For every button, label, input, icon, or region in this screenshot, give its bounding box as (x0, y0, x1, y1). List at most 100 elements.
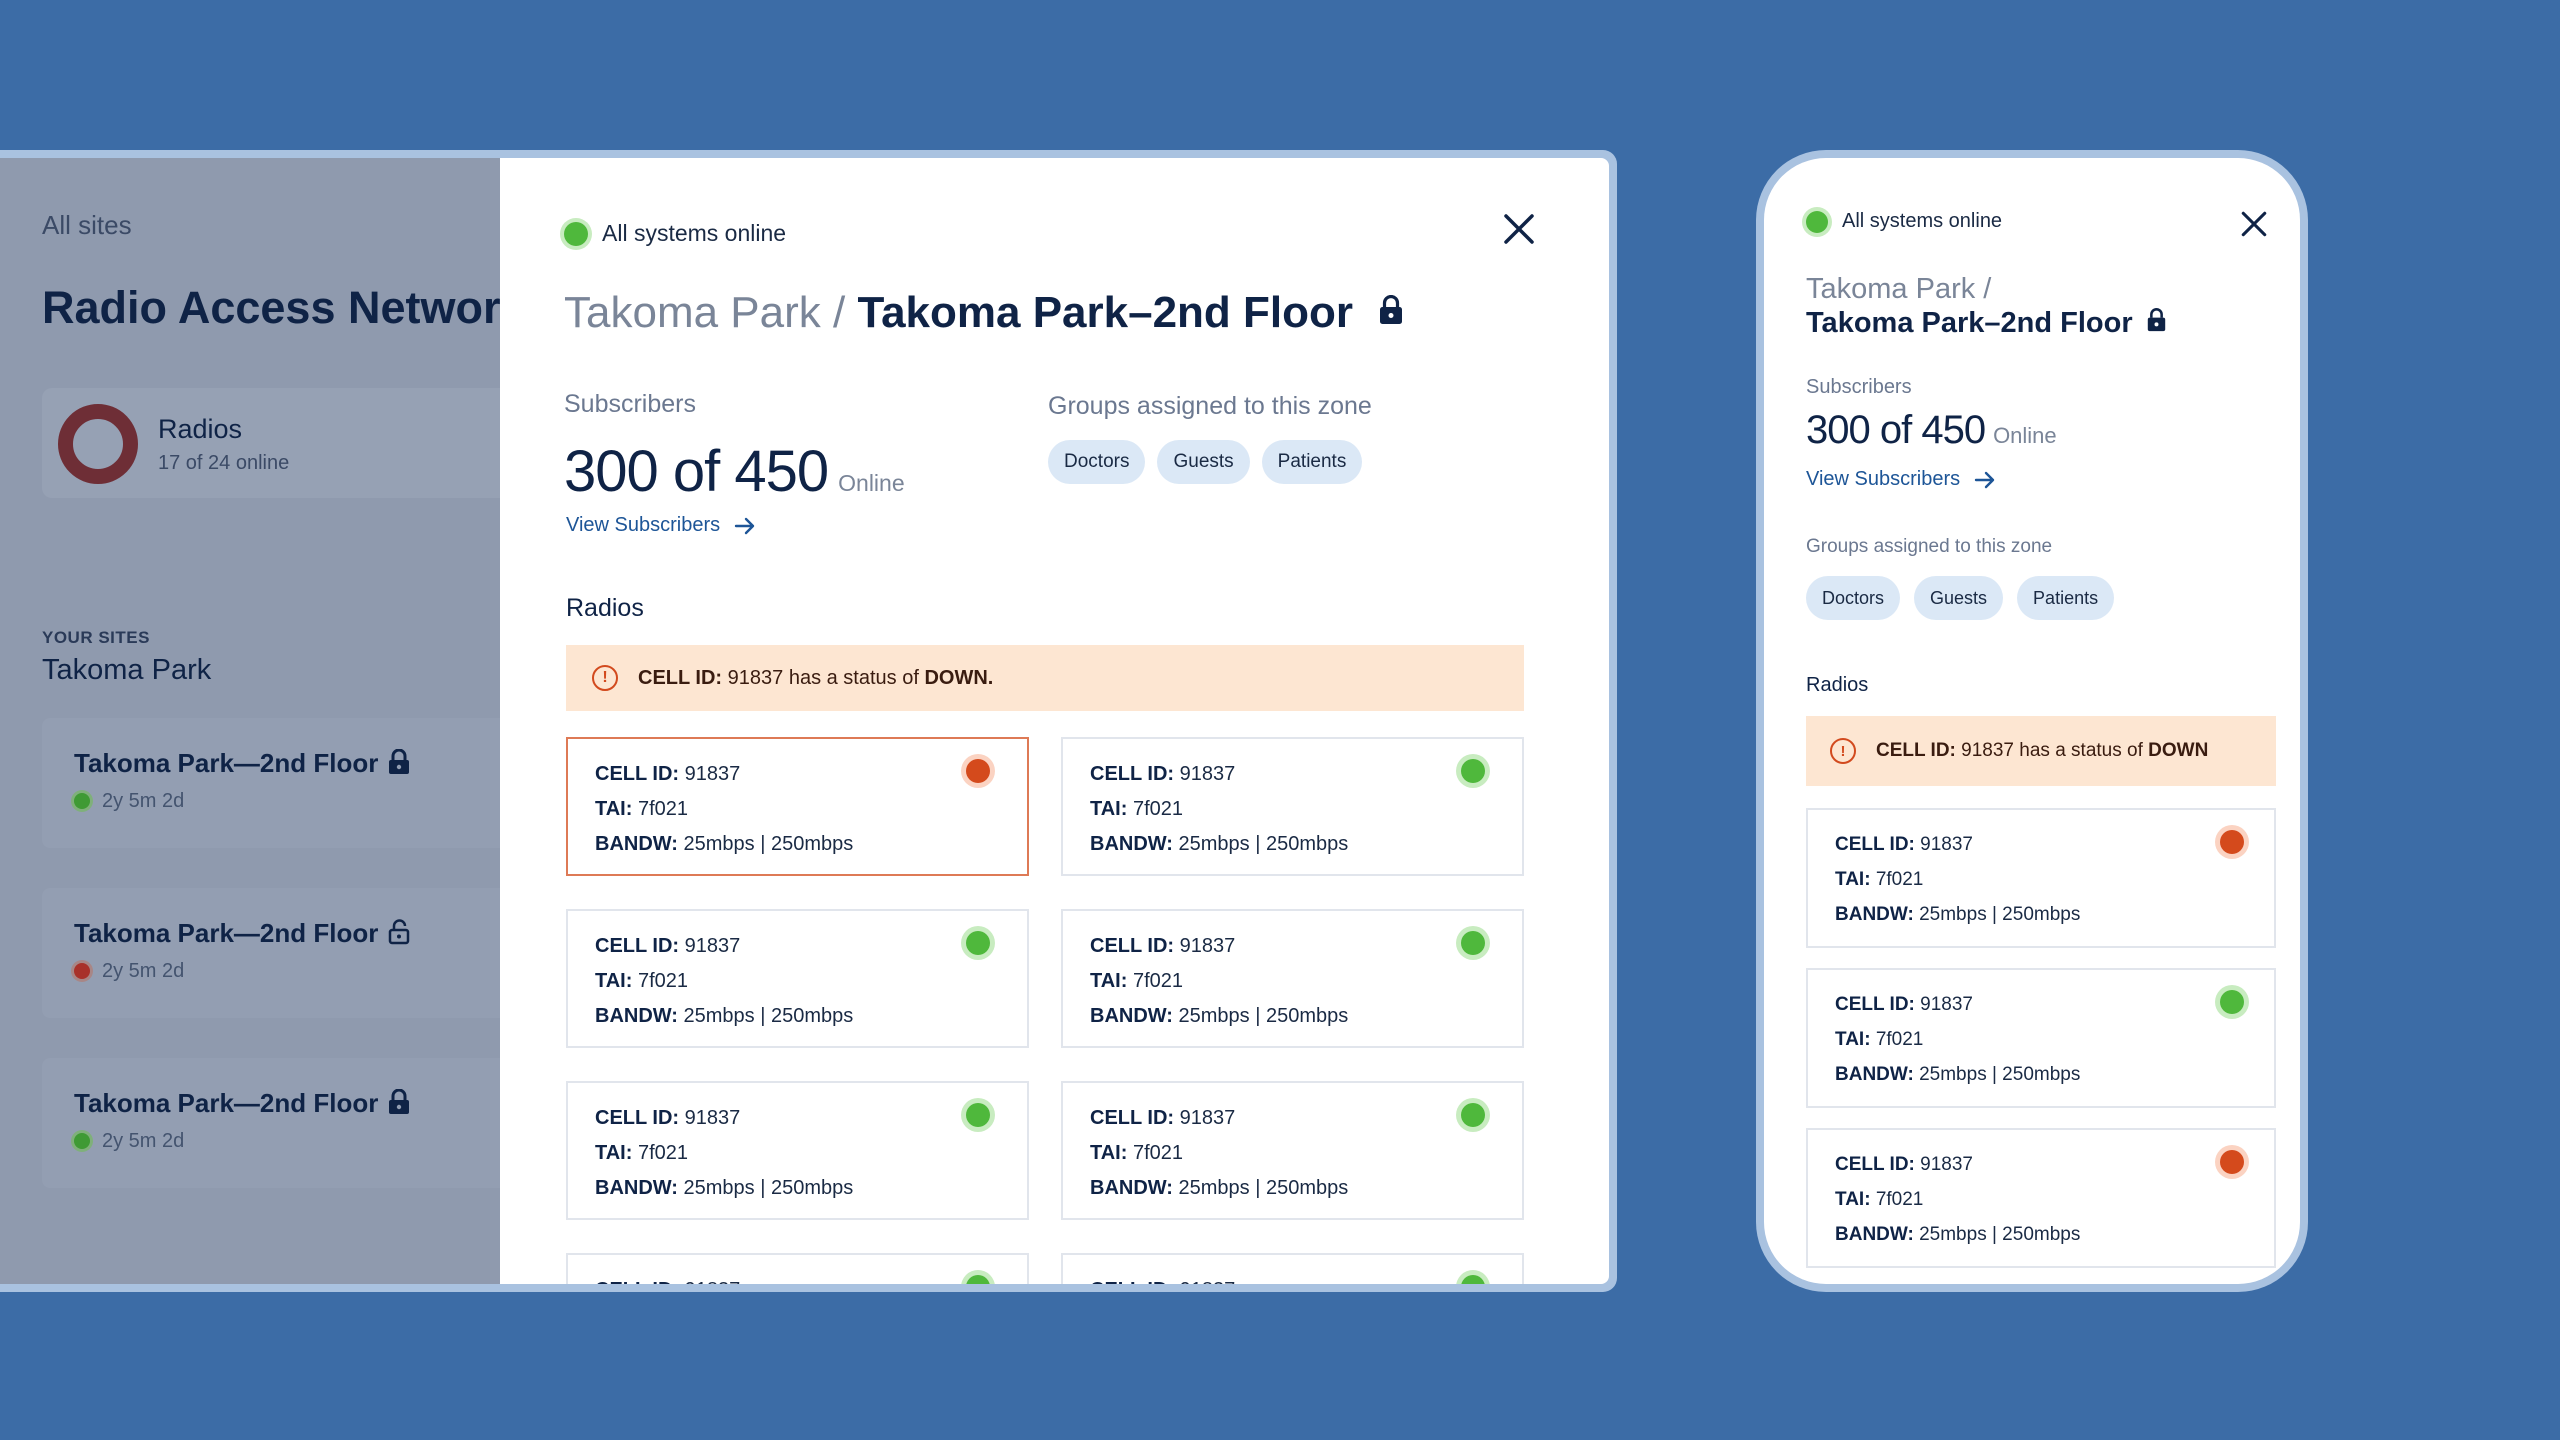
radio-cell-card[interactable]: CELL ID: 91837TAI: 7f021BANDW: 25mbps | … (566, 909, 1029, 1048)
tai-line-label: TAI: (1090, 1142, 1128, 1164)
subscribers-count: 300 of 450 Online (1806, 408, 2057, 453)
arrow-right-icon (734, 517, 755, 534)
cell-id-line: CELL ID: 91837 (595, 763, 740, 786)
groups-label: Groups assigned to this zone (1048, 392, 1372, 420)
tai-line: TAI: 7f021 (595, 970, 688, 993)
bandwidth-line: BANDW: 25mbps | 250mbps (1090, 1177, 1348, 1200)
cell-id-line: CELL ID: 91837 (595, 1279, 740, 1284)
tai-line-label: TAI: (595, 970, 633, 992)
group-chip-doctors[interactable]: Doctors (1048, 440, 1146, 484)
cell-id-line-label: CELL ID: (1835, 994, 1915, 1015)
lock-icon (388, 748, 410, 782)
bandwidth-line-label: BANDW: (1835, 1224, 1914, 1245)
cell-id-line-value: 91837 (1920, 1154, 1973, 1175)
radio-cell-card[interactable]: CELL ID: 91837TAI: 7f021BANDW: 25mbps | … (566, 1081, 1029, 1220)
bandwidth-line-value: 25mbps | 250mbps (1919, 904, 2081, 925)
system-status-text: All systems online (1842, 210, 2003, 232)
cell-id-line: CELL ID: 91837 (1835, 1154, 1973, 1176)
tai-line-value: 7f021 (1875, 1189, 1924, 1210)
group-chip-guests[interactable]: Guests (1157, 440, 1250, 484)
close-icon (1504, 214, 1534, 244)
cell-id-line: CELL ID: 91837 (1090, 935, 1235, 958)
desktop-frame: All sites Radio Access Network Radios 17… (0, 150, 1617, 1292)
status-online-dot (564, 221, 588, 246)
close-button[interactable] (1502, 212, 1536, 246)
desktop-screen: All sites Radio Access Network Radios 17… (0, 158, 1609, 1284)
group-chip-doctors[interactable]: Doctors (1806, 576, 1901, 620)
bandwidth-line: BANDW: 25mbps | 250mbps (595, 833, 853, 856)
breadcrumb-current-row: Takoma Park–2nd Floor (1806, 306, 2166, 340)
tai-line-label: TAI: (1090, 798, 1128, 820)
online-label: Online (838, 470, 905, 496)
status-online-dot (1806, 210, 1828, 233)
subscribers-label: Subscribers (564, 390, 696, 418)
groups-label: Groups assigned to this zone (1806, 536, 2053, 557)
cell-id-line: CELL ID: 91837 (595, 935, 740, 958)
tai-line: TAI: 7f021 (1090, 970, 1183, 993)
tai-line-value: 7f021 (637, 970, 689, 992)
sidebar-site-item-meta: 2y 5m 2d (74, 1130, 184, 1153)
group-chips: Doctors Guests Patients (1806, 576, 2115, 620)
status-down-dot (2220, 830, 2244, 854)
bandwidth-line-label: BANDW: (595, 833, 678, 855)
tai-line-value: 7f021 (1875, 1029, 1924, 1050)
group-chips: Doctors Guests Patients (1048, 440, 1363, 484)
tai-line: TAI: 7f021 (595, 798, 688, 821)
sidebar-site-item[interactable]: Takoma Park—2nd Floor 2y 5m 2d (42, 1058, 500, 1188)
tai-line: TAI: 7f021 (1835, 869, 1923, 891)
mobile-frame: All systems online Takoma Park / Takoma … (1756, 150, 2308, 1292)
radio-cell-card[interactable]: CELL ID: 91837 TAI: 7f021 BANDW: 25mbps | … (1061, 909, 1524, 1048)
breadcrumb: Takoma Park / Takoma Park–2nd Floor (564, 286, 1403, 338)
breadcrumb-current: Takoma Park–2nd Floor (857, 288, 1354, 337)
view-subscribers-link[interactable]: View Subscribers (1806, 468, 1996, 491)
radios-donut-chart (58, 404, 138, 484)
alert-prefix: CELL ID: (638, 666, 723, 689)
breadcrumb-parent[interactable]: Takoma Park / (564, 288, 845, 337)
cell-id-line-label: CELL ID: (595, 763, 680, 785)
bandwidth-line-value: 25mbps | 250mbps (683, 833, 854, 855)
radio-cell-card[interactable]: CELL ID: 91837TAI: 7f021BANDW: 25mbps | … (1806, 968, 2276, 1108)
sidebar-site-item[interactable]: Takoma Park—2nd Floor 2y 5m 2d (42, 718, 500, 848)
lock-icon (388, 1088, 410, 1122)
radio-cell-card[interactable]: CELL ID: 91837TAI: 7f021BANDW: 25mbps | … (1061, 1253, 1524, 1284)
subscribers-count-value: 300 of 450 (564, 439, 829, 504)
cell-id-line-value: 91837 (1179, 1107, 1236, 1129)
tai-line: TAI: 7f021 (1835, 1189, 1923, 1211)
radios-summary-card[interactable]: Radios 17 of 24 online (42, 388, 500, 498)
cell-id-line-label: CELL ID: (1090, 1107, 1175, 1129)
group-chip-guests[interactable]: Guests (1914, 576, 2004, 620)
group-chip-patients[interactable]: Patients (2017, 576, 2115, 620)
tai-line-value: 7f021 (1132, 970, 1184, 992)
radio-cell-card[interactable]: CELL ID: 91837TAI: 7f021BANDW: 25mbps | … (1061, 737, 1524, 876)
sidebar-site-item-title: Takoma Park—2nd Floor (74, 1088, 410, 1122)
your-sites-heading: YOUR SITES (42, 628, 150, 647)
tai-line: TAI: 7f021 (595, 1142, 688, 1165)
close-button[interactable] (2240, 210, 2268, 238)
radio-cell-card[interactable]: CELL ID: 91837TAI: 7f021BANDW: 25mbps | … (566, 1253, 1029, 1284)
alert-status: DOWN. (924, 666, 994, 689)
sidebar-site-item-uptime: 2y 5m 2d (102, 790, 185, 812)
tai-line: TAI: 7f021 (1090, 1142, 1183, 1165)
radio-cell-card[interactable]: CELL ID: 91837TAI: 7f021BANDW: 25mbps | … (1806, 1128, 2276, 1268)
sidebar-site-item-meta: 2y 5m 2d (74, 960, 184, 983)
breadcrumb-parent[interactable]: Takoma Park / (1806, 272, 2166, 306)
breadcrumb: Takoma Park / Takoma Park–2nd Floor (1806, 272, 2166, 340)
cell-id-line-value: 91837 (1179, 763, 1236, 785)
breadcrumb-all-sites[interactable]: All sites (42, 210, 132, 241)
radios-summary-count: 17 of 24 online (158, 452, 290, 474)
alert-banner: ! CELL ID: 91837 has a status of DOWN (1806, 716, 2276, 786)
bandwidth-line: BANDW: 25mbps | 250mbps (1090, 1005, 1348, 1028)
bandwidth-line-label: BANDW: (1835, 1064, 1914, 1085)
view-subscribers-label: View Subscribers (566, 514, 721, 536)
view-subscribers-link[interactable]: View Subscribers (566, 514, 756, 537)
tai-line-value: 7f021 (637, 798, 689, 820)
view-subscribers-label: View Subscribers (1806, 468, 1961, 490)
alert-banner: ! CELL ID: 91837 has a status of DOWN. (566, 645, 1524, 711)
radios-section-title: Radios (566, 594, 644, 622)
radio-cell-card[interactable]: CELL ID: 91837TAI: 7f021BANDW: 25mbps | … (1806, 808, 2276, 948)
radio-cell-card[interactable]: CELL ID: 91837 TAI: 7f021 BANDW: 25mbps | … (566, 737, 1029, 876)
radio-cell-card[interactable]: CELL ID: 91837 TAI: 7f021 BANDW: 25mbps | … (1061, 1081, 1524, 1220)
group-chip-patients[interactable]: Patients (1261, 440, 1363, 484)
sidebar-site-item[interactable]: Takoma Park—2nd Floor 2y 5m 2d (42, 888, 500, 1018)
status-up-dot (966, 931, 990, 955)
